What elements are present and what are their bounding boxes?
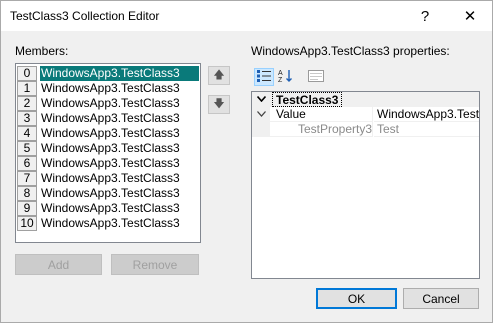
property-name: Value (270, 107, 373, 122)
list-item[interactable]: 4 WindowsApp3.TestClass3 (17, 126, 199, 141)
category-label: TestClass3 (272, 92, 343, 107)
property-pages-icon (308, 69, 324, 85)
property-name: TestProperty3 (270, 122, 373, 137)
collapse-icon[interactable] (257, 107, 266, 122)
member-index: 6 (17, 156, 37, 171)
member-index: 4 (17, 126, 37, 141)
member-name: WindowsApp3.TestClass3 (41, 111, 180, 125)
property-pages-button[interactable] (306, 68, 326, 86)
member-index: 10 (17, 216, 37, 231)
member-index: 5 (17, 141, 37, 156)
list-item[interactable]: 5 WindowsApp3.TestClass3 (17, 141, 199, 156)
member-index: 0 (17, 66, 37, 81)
collection-editor-dialog: TestClass3 Collection Editor ? ✕ Members… (0, 0, 493, 323)
arrow-down-icon: 🡇 (213, 98, 225, 110)
move-down-button[interactable]: 🡇 (208, 95, 230, 114)
member-name: WindowsApp3.TestClass3 (41, 141, 180, 155)
arrow-up-icon: 🡅 (213, 69, 225, 81)
properties-label: WindowsApp3.TestClass3 properties: (251, 44, 450, 58)
list-item[interactable]: 3 WindowsApp3.TestClass3 (17, 111, 199, 126)
member-name: WindowsApp3.TestClass3 (41, 171, 180, 185)
property-row[interactable]: Value WindowsApp3.TestCla (252, 107, 479, 122)
move-up-button[interactable]: 🡅 (208, 66, 230, 85)
close-icon: ✕ (463, 8, 477, 25)
title-bar: TestClass3 Collection Editor ? ✕ (1, 1, 492, 31)
property-grid[interactable]: TestClass3 Value WindowsApp3.TestCla Tes… (251, 91, 480, 279)
svg-text:Z: Z (278, 77, 283, 83)
member-name: WindowsApp3.TestClass3 (41, 126, 180, 140)
member-name: WindowsApp3.TestClass3 (41, 216, 180, 230)
property-row[interactable]: TestProperty3 Test (252, 122, 479, 137)
property-value[interactable]: WindowsApp3.TestCla (374, 107, 479, 122)
list-item[interactable]: 7 WindowsApp3.TestClass3 (17, 171, 199, 186)
member-index: 2 (17, 96, 37, 111)
member-index: 3 (17, 111, 37, 126)
member-index: 9 (17, 201, 37, 216)
window-title: TestClass3 Collection Editor (10, 9, 160, 23)
member-index: 8 (17, 186, 37, 201)
list-item[interactable]: 1 WindowsApp3.TestClass3 (17, 81, 199, 96)
svg-text:A: A (278, 70, 283, 77)
cancel-button[interactable]: Cancel (403, 288, 479, 309)
list-item[interactable]: 8 WindowsApp3.TestClass3 (17, 186, 199, 201)
close-button[interactable]: ✕ (448, 1, 492, 31)
collapse-icon[interactable] (256, 92, 267, 107)
members-list[interactable]: 0 WindowsApp3.TestClass3 1 WindowsApp3.T… (15, 63, 201, 243)
list-item[interactable]: 2 WindowsApp3.TestClass3 (17, 96, 199, 111)
alphabetical-icon: A Z (278, 69, 294, 86)
member-name: WindowsApp3.TestClass3 (41, 96, 180, 110)
members-label: Members: (15, 44, 69, 58)
categorized-icon (257, 69, 271, 85)
help-button[interactable]: ? (403, 1, 447, 31)
add-button[interactable]: Add (15, 254, 102, 275)
remove-button[interactable]: Remove (111, 254, 199, 275)
ok-button[interactable]: OK (316, 288, 397, 309)
alphabetical-button[interactable]: A Z (276, 68, 296, 86)
list-item[interactable]: 10 WindowsApp3.TestClass3 (17, 216, 199, 231)
categorized-button[interactable] (254, 68, 274, 86)
member-name: WindowsApp3.TestClass3 (41, 81, 180, 95)
category-row[interactable]: TestClass3 (252, 92, 479, 107)
help-icon: ? (420, 7, 430, 25)
list-item[interactable]: 9 WindowsApp3.TestClass3 (17, 201, 199, 216)
member-index: 7 (17, 171, 37, 186)
member-name: WindowsApp3.TestClass3 (41, 156, 180, 170)
member-name: WindowsApp3.TestClass3 (41, 201, 180, 215)
list-item[interactable]: 0 WindowsApp3.TestClass3 (17, 66, 199, 81)
member-index: 1 (17, 81, 37, 96)
member-name: WindowsApp3.TestClass3 (40, 66, 199, 81)
property-value[interactable]: Test (374, 122, 479, 137)
member-name: WindowsApp3.TestClass3 (41, 186, 180, 200)
list-item[interactable]: 6 WindowsApp3.TestClass3 (17, 156, 199, 171)
